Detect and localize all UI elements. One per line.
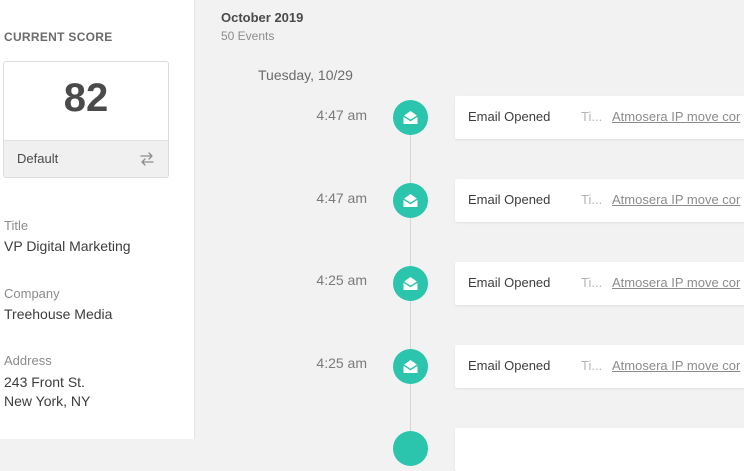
address-label: Address <box>4 353 52 368</box>
event-card[interactable]: Email Opened Ti... Atmosera IP move cor <box>455 179 744 222</box>
event-count: 50 Events <box>221 29 275 43</box>
score-card: 82 Default <box>3 61 169 178</box>
event-time: 4:25 am <box>316 355 367 371</box>
email-subject-link[interactable]: Atmosera IP move cor <box>612 358 740 373</box>
event-time: 4:25 am <box>316 272 367 288</box>
company-label: Company <box>4 286 60 301</box>
day-heading: Tuesday, 10/29 <box>258 67 353 83</box>
email-opened-icon <box>393 349 428 384</box>
score-value: 82 <box>63 76 109 120</box>
contact-sidebar: CURRENT SCORE 82 Default Title VP Digita… <box>0 0 195 439</box>
month-title: October 2019 <box>221 10 304 25</box>
address-line-1: 243 Front St. <box>4 374 85 390</box>
title-value: VP Digital Marketing <box>4 238 131 254</box>
email-opened-icon <box>393 100 428 135</box>
title-label: Title <box>4 218 29 233</box>
event-card[interactable]: Email Opened Ti... Atmosera IP move cor <box>455 262 744 305</box>
email-subject-link[interactable]: Atmosera IP move cor <box>612 275 740 290</box>
address-line-2: New York, NY <box>4 393 91 409</box>
current-score-heading: CURRENT SCORE <box>4 30 113 44</box>
email-opened-icon <box>393 183 428 218</box>
event-type: Email Opened <box>468 109 551 124</box>
event-detail-truncated: Ti... <box>581 275 603 290</box>
company-value: Treehouse Media <box>4 306 113 322</box>
event-card[interactable]: Email Opened Ti... Atmosera IP move cor <box>455 345 744 388</box>
event-card[interactable]: Email Opened Ti... Atmosera IP move cor <box>455 96 744 139</box>
email-opened-icon <box>393 431 428 466</box>
email-opened-icon <box>393 266 428 301</box>
event-detail-truncated: Ti... <box>581 192 603 207</box>
swap-arrows-icon[interactable] <box>139 151 155 167</box>
event-detail-truncated: Ti... <box>581 358 603 373</box>
event-detail-truncated: Ti... <box>581 109 603 124</box>
event-time: 4:47 am <box>316 190 367 206</box>
event-card[interactable] <box>455 428 744 471</box>
event-type: Email Opened <box>468 358 551 373</box>
email-subject-link[interactable]: Atmosera IP move cor <box>612 192 740 207</box>
event-type: Email Opened <box>468 275 551 290</box>
email-subject-link[interactable]: Atmosera IP move cor <box>612 109 740 124</box>
score-model-selector[interactable]: Default <box>4 140 168 177</box>
event-time: 4:47 am <box>316 107 367 123</box>
event-type: Email Opened <box>468 192 551 207</box>
score-model-label: Default <box>17 151 59 166</box>
